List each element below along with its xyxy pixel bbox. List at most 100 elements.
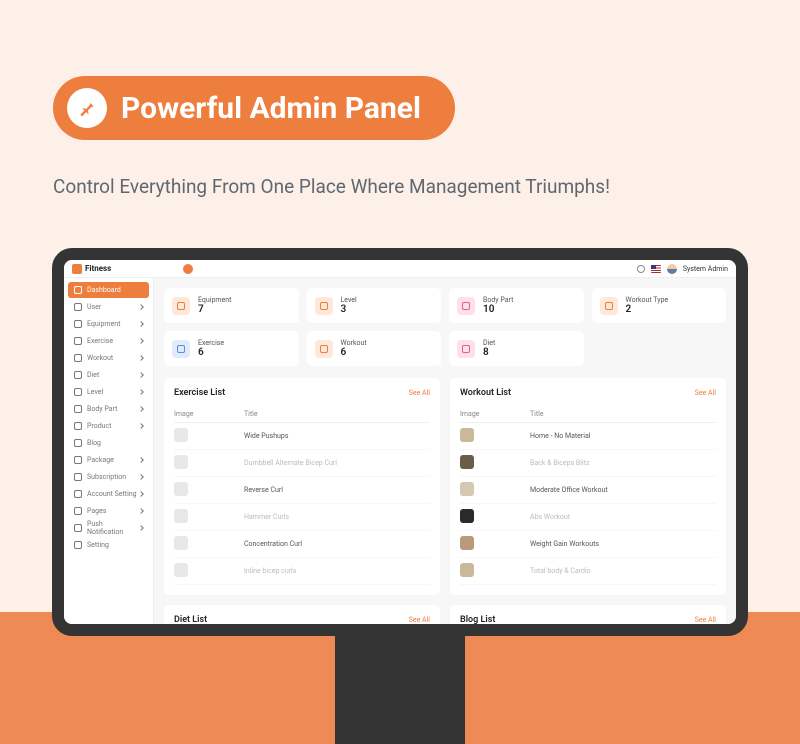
sidebar-item-pages[interactable]: Pages [68, 503, 149, 519]
sidebar-item-body-part[interactable]: Body Part [68, 401, 149, 417]
table-row[interactable]: Weight Gain Workouts [460, 531, 716, 558]
chevron-right-icon [138, 355, 144, 361]
stat-card-body-part[interactable]: Body Part10 [449, 288, 584, 323]
chevron-right-icon [138, 508, 144, 514]
sidebar-item-label: Setting [87, 541, 109, 549]
level-icon [74, 388, 82, 396]
exercise-icon [74, 337, 82, 345]
stat-card-exercise[interactable]: Exercise6 [164, 331, 299, 366]
exercise-list-title: Exercise List [174, 388, 225, 398]
workouttype-icon [600, 297, 618, 315]
user-name[interactable]: System Admin [683, 265, 728, 273]
stat-card-level[interactable]: Level3 [307, 288, 442, 323]
equipment-icon [172, 297, 190, 315]
sidebar-collapse-button[interactable] [183, 264, 193, 274]
content: Equipment7Level3Body Part10Workout Type2… [154, 278, 736, 624]
sidebar-item-user[interactable]: User [68, 299, 149, 315]
exercise-icon [172, 340, 190, 358]
row-thumbnail [460, 455, 474, 469]
table-row[interactable]: Moderate Office Workout [460, 477, 716, 504]
flag-icon[interactable] [651, 265, 661, 273]
bodypart-icon [457, 297, 475, 315]
row-title: Back & Biceps Blitz [530, 459, 589, 467]
stat-label: Level [341, 296, 357, 304]
sidebar-item-account-setting[interactable]: Account Setting [68, 486, 149, 502]
row-title: Wide Pushups [244, 432, 288, 440]
chevron-right-icon [138, 389, 144, 395]
col-image: Image [460, 410, 530, 418]
table-row[interactable]: Total body & Cardio [460, 558, 716, 585]
blog-see-all-link[interactable]: See All [695, 616, 716, 624]
sidebar-item-dashboard[interactable]: Dashboard [68, 282, 149, 298]
level-icon [315, 297, 333, 315]
hero-subtitle: Control Everything From One Place Where … [53, 175, 610, 198]
avatar[interactable] [667, 264, 677, 274]
sidebar-item-level[interactable]: Level [68, 384, 149, 400]
row-thumbnail [174, 482, 188, 496]
sidebar-item-label: Diet [87, 371, 99, 379]
stat-value: 3 [341, 304, 357, 315]
table-row[interactable]: Abs Workout [460, 504, 716, 531]
sidebar-item-setting[interactable]: Setting [68, 537, 149, 553]
row-thumbnail [460, 509, 474, 523]
stat-label: Workout Type [626, 296, 669, 304]
sidebar-item-package[interactable]: Package [68, 452, 149, 468]
workout-see-all-link[interactable]: See All [695, 389, 716, 397]
logo[interactable]: Fitness [72, 264, 111, 274]
product-icon [74, 422, 82, 430]
sidebar-item-equipment[interactable]: Equipment [68, 316, 149, 332]
chevron-right-icon [138, 372, 144, 378]
table-row[interactable]: Reverse Curl [174, 477, 430, 504]
account-icon [74, 490, 82, 498]
stat-card-diet[interactable]: Diet8 [449, 331, 584, 366]
row-thumbnail [174, 536, 188, 550]
workout-icon [74, 354, 82, 362]
sidebar-item-diet[interactable]: Diet [68, 367, 149, 383]
chevron-right-icon [138, 491, 144, 497]
chevron-right-icon [138, 321, 144, 327]
exercise-list-panel: Exercise List See All Image Title Wide P… [164, 378, 440, 595]
row-title: Reverse Curl [244, 486, 283, 494]
chevron-right-icon [138, 304, 144, 310]
sidebar-item-label: Equipment [87, 320, 120, 328]
table-row[interactable]: Concentration Curl [174, 531, 430, 558]
exercise-see-all-link[interactable]: See All [409, 389, 430, 397]
table-row[interactable]: Inline bicep curls [174, 558, 430, 585]
sidebar-item-label: Pages [87, 507, 106, 515]
workout-list-panel: Workout List See All Image Title Home - … [450, 378, 726, 595]
admin-screen: Fitness System Admin DashboardUser Equipm… [64, 260, 736, 624]
table-header: Image Title [174, 406, 430, 423]
sidebar-item-push-notification[interactable]: Push Notification [68, 520, 149, 536]
sidebar-item-product[interactable]: Product [68, 418, 149, 434]
table-row[interactable]: Home - No Material [460, 423, 716, 450]
table-row[interactable]: Dumbbell Alternate Bicep Curl [174, 450, 430, 477]
diet-list-panel: Diet List See All [164, 605, 440, 624]
sidebar-item-subscription[interactable]: Subscription [68, 469, 149, 485]
sidebar-item-label: Push Notification [87, 520, 139, 536]
stat-card-workout[interactable]: Workout6 [307, 331, 442, 366]
gear-icon[interactable] [637, 265, 645, 273]
table-header: Image Title [460, 406, 716, 423]
sidebar-item-workout[interactable]: Workout [68, 350, 149, 366]
stat-card-workout-type[interactable]: Workout Type2 [592, 288, 727, 323]
table-row[interactable]: Hammer Curls [174, 504, 430, 531]
logo-icon [72, 264, 82, 274]
stat-label: Equipment [198, 296, 231, 304]
workout-icon [315, 340, 333, 358]
table-row[interactable]: Back & Biceps Blitz [460, 450, 716, 477]
stats-row-2: Exercise6Workout6Diet8 [164, 331, 726, 366]
sidebar-item-blog[interactable]: Blog [68, 435, 149, 451]
sidebar: DashboardUser Equipment Exercise Workout Die… [64, 278, 154, 624]
sidebar-item-label: Body Part [87, 405, 117, 413]
monitor-stand [335, 636, 465, 744]
stat-card-equipment[interactable]: Equipment7 [164, 288, 299, 323]
stat-value: 7 [198, 304, 231, 315]
subscription-icon [74, 473, 82, 481]
row-title: Inline bicep curls [244, 567, 296, 575]
sidebar-item-label: Workout [87, 354, 113, 362]
stat-value: 6 [341, 347, 367, 358]
hero-title: Powerful Admin Panel [121, 91, 421, 126]
diet-see-all-link[interactable]: See All [409, 616, 430, 624]
table-row[interactable]: Wide Pushups [174, 423, 430, 450]
sidebar-item-exercise[interactable]: Exercise [68, 333, 149, 349]
